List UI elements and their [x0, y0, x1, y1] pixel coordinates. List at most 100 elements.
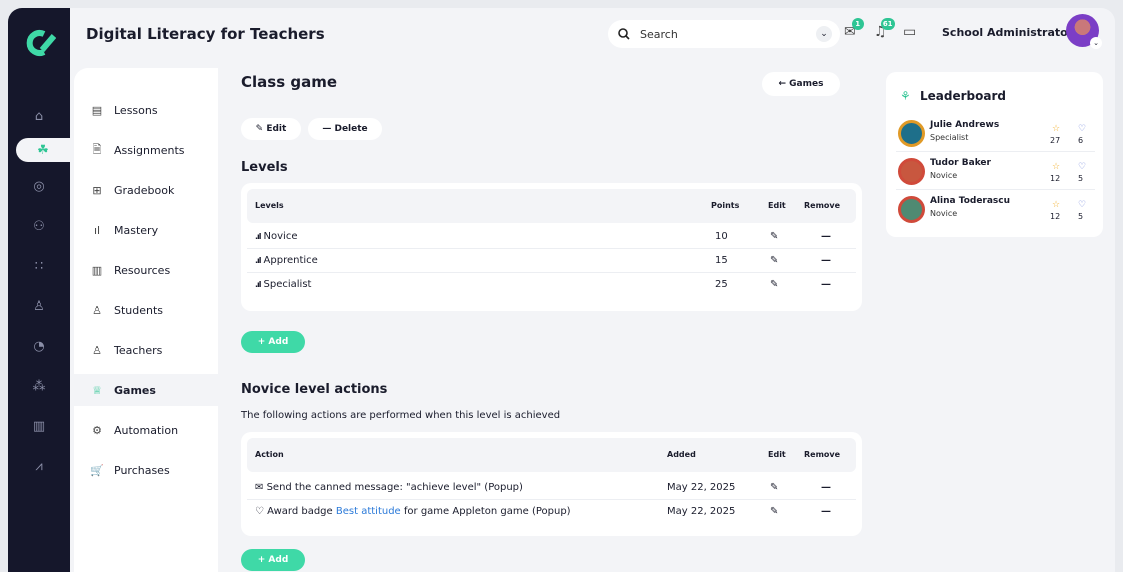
avatar: [898, 120, 925, 147]
hierarchy-icon[interactable]: ⁂: [8, 374, 70, 398]
table-row: .ıl Specialist 25 ✎ —: [247, 273, 856, 297]
messages-badge: 1: [851, 18, 864, 30]
subnav-item-lessons[interactable]: ▤ Lessons: [74, 94, 218, 126]
column-header: Remove: [804, 450, 841, 459]
remove-icon[interactable]: —: [821, 482, 831, 493]
subnav-label: Games: [114, 383, 156, 397]
subnav-item-purchases[interactable]: 🛒 Purchases: [74, 454, 218, 486]
leaderboard-entry[interactable]: Alina Toderascu Novice ☆ ♡ 12 5: [896, 192, 1095, 228]
students-icon: ♙: [92, 303, 102, 317]
apps-icon[interactable]: ∷: [8, 254, 70, 278]
entry-rank: Novice: [930, 209, 958, 218]
chevron-down-icon[interactable]: ⌄: [816, 26, 832, 42]
pencil-icon[interactable]: ✎: [770, 506, 778, 517]
edit-button[interactable]: ✎ Edit: [241, 118, 301, 140]
subnav-item-gradebook[interactable]: ⊞ Gradebook: [74, 174, 218, 206]
level-name: .ıl Apprentice: [255, 255, 318, 266]
remove-icon[interactable]: —: [821, 231, 831, 242]
calendar-icon[interactable]: ▭: [903, 24, 916, 40]
subnav-item-mastery[interactable]: ıl Mastery: [74, 214, 218, 246]
level-points: 15: [715, 255, 728, 266]
table-header: Levels Points Edit Remove: [247, 189, 856, 223]
level-name-text: Apprentice: [263, 255, 318, 266]
envelope-icon: ✉: [255, 482, 267, 493]
action-description: Send the canned message: "achieve level"…: [266, 482, 523, 493]
entry-rank: Specialist: [930, 133, 969, 142]
target-icon[interactable]: ◎: [8, 174, 70, 198]
pencil-icon[interactable]: ✎: [770, 231, 778, 242]
cart-icon: 🛒: [90, 463, 104, 477]
action-added-date: May 22, 2025: [667, 506, 736, 517]
remove-icon[interactable]: —: [821, 255, 831, 266]
user-icon[interactable]: ♙: [8, 294, 70, 318]
pencil-icon[interactable]: ✎: [770, 279, 778, 290]
entry-rank: Novice: [930, 171, 958, 180]
star-icon: ☆: [1052, 124, 1061, 134]
user-name[interactable]: School Administrator: [942, 26, 1073, 39]
stars-count: 12: [1050, 174, 1061, 183]
subnav-item-automation[interactable]: ⚙ Automation: [74, 414, 218, 446]
search-bar[interactable]: Search ⌄: [608, 20, 840, 48]
leaderboard-panel: ⚘ Leaderboard Julie Andrews Specialist ☆…: [886, 72, 1103, 237]
column-header: Remove: [804, 201, 841, 210]
trophy-icon: ♕: [92, 383, 102, 397]
leaderboard-title: Leaderboard: [920, 89, 1006, 103]
back-to-games-button[interactable]: ← Games: [762, 72, 840, 96]
gradebook-icon: ⊞: [92, 183, 102, 197]
shield-icon: ♡: [1078, 124, 1087, 134]
signal-bars-icon: .ıl: [255, 256, 261, 265]
badges-count: 5: [1078, 174, 1084, 183]
puzzle-icon: ⚘: [900, 89, 911, 103]
subnav-item-students[interactable]: ♙ Students: [74, 294, 218, 326]
table-row: .ıl Novice 10 ✎ —: [247, 225, 856, 249]
remove-icon[interactable]: —: [821, 506, 831, 517]
subnav-label: Gradebook: [114, 183, 175, 197]
subnav-item-games[interactable]: ♕ Games: [74, 374, 218, 406]
chevron-down-icon: ⌄: [1090, 37, 1102, 49]
pie-chart-icon[interactable]: ◔: [8, 334, 70, 358]
bell-icon[interactable]: ♫ 61: [874, 18, 895, 40]
subnav-item-resources[interactable]: ▥ Resources: [74, 254, 218, 286]
subnav-label: Lessons: [114, 103, 158, 117]
actions-description: The following actions are performed when…: [241, 410, 561, 421]
subnav-item-teachers[interactable]: ♙ Teachers: [74, 334, 218, 366]
column-header: Added: [667, 450, 696, 459]
star-icon: ☆: [1052, 200, 1061, 210]
action-suffix: for game Appleton game (Popup): [400, 506, 571, 517]
entry-name: Tudor Baker: [930, 158, 991, 168]
games-nav-icon[interactable]: ☘: [16, 138, 70, 162]
avatar: [898, 158, 925, 185]
subnav-label: Purchases: [114, 463, 170, 477]
level-name-text: Specialist: [263, 279, 312, 290]
column-header: Edit: [768, 201, 786, 210]
level-points: 10: [715, 231, 728, 242]
add-level-button[interactable]: + Add: [241, 331, 305, 353]
pencil-icon[interactable]: ✎: [770, 482, 778, 493]
app-logo[interactable]: [22, 28, 57, 60]
resources-icon: ▥: [91, 263, 103, 277]
stars-count: 12: [1050, 212, 1061, 221]
analytics-icon[interactable]: ⩘: [8, 454, 70, 478]
library-icon[interactable]: ▥: [8, 414, 70, 438]
level-name: .ıl Novice: [255, 231, 297, 242]
leaderboard-entry[interactable]: Julie Andrews Specialist ☆ ♡ 27 6: [896, 116, 1095, 152]
leaderboard-entry[interactable]: Tudor Baker Novice ☆ ♡ 12 5: [896, 154, 1095, 190]
people-icon[interactable]: ⚇: [8, 214, 70, 238]
app-title: Digital Literacy for Teachers: [86, 25, 325, 43]
remove-icon[interactable]: —: [821, 279, 831, 290]
entry-name: Julie Andrews: [930, 120, 1000, 130]
actions-table: Action Added Edit Remove ✉ Send the cann…: [241, 432, 862, 536]
table-header: Action Added Edit Remove: [247, 438, 856, 472]
subnav-item-assignments[interactable]: 🗎 Assignments: [74, 134, 218, 166]
levels-heading: Levels: [241, 160, 288, 175]
avatar[interactable]: ⌄: [1066, 14, 1102, 49]
subnav-label: Resources: [114, 263, 171, 277]
pencil-icon[interactable]: ✎: [770, 255, 778, 266]
delete-button[interactable]: — Delete: [308, 118, 382, 140]
badge-link[interactable]: Best attitude: [336, 506, 401, 517]
home-icon[interactable]: ⌂: [8, 104, 70, 128]
messages-icon[interactable]: ✉ 1: [844, 18, 864, 40]
app-frame: ⌂ ☘ ◎ ⚇ ∷ ♙ ◔ ⁂ ▥ ⩘ Digital Literacy for…: [8, 8, 1115, 572]
add-action-button[interactable]: + Add: [241, 549, 305, 571]
action-added-date: May 22, 2025: [667, 482, 736, 493]
